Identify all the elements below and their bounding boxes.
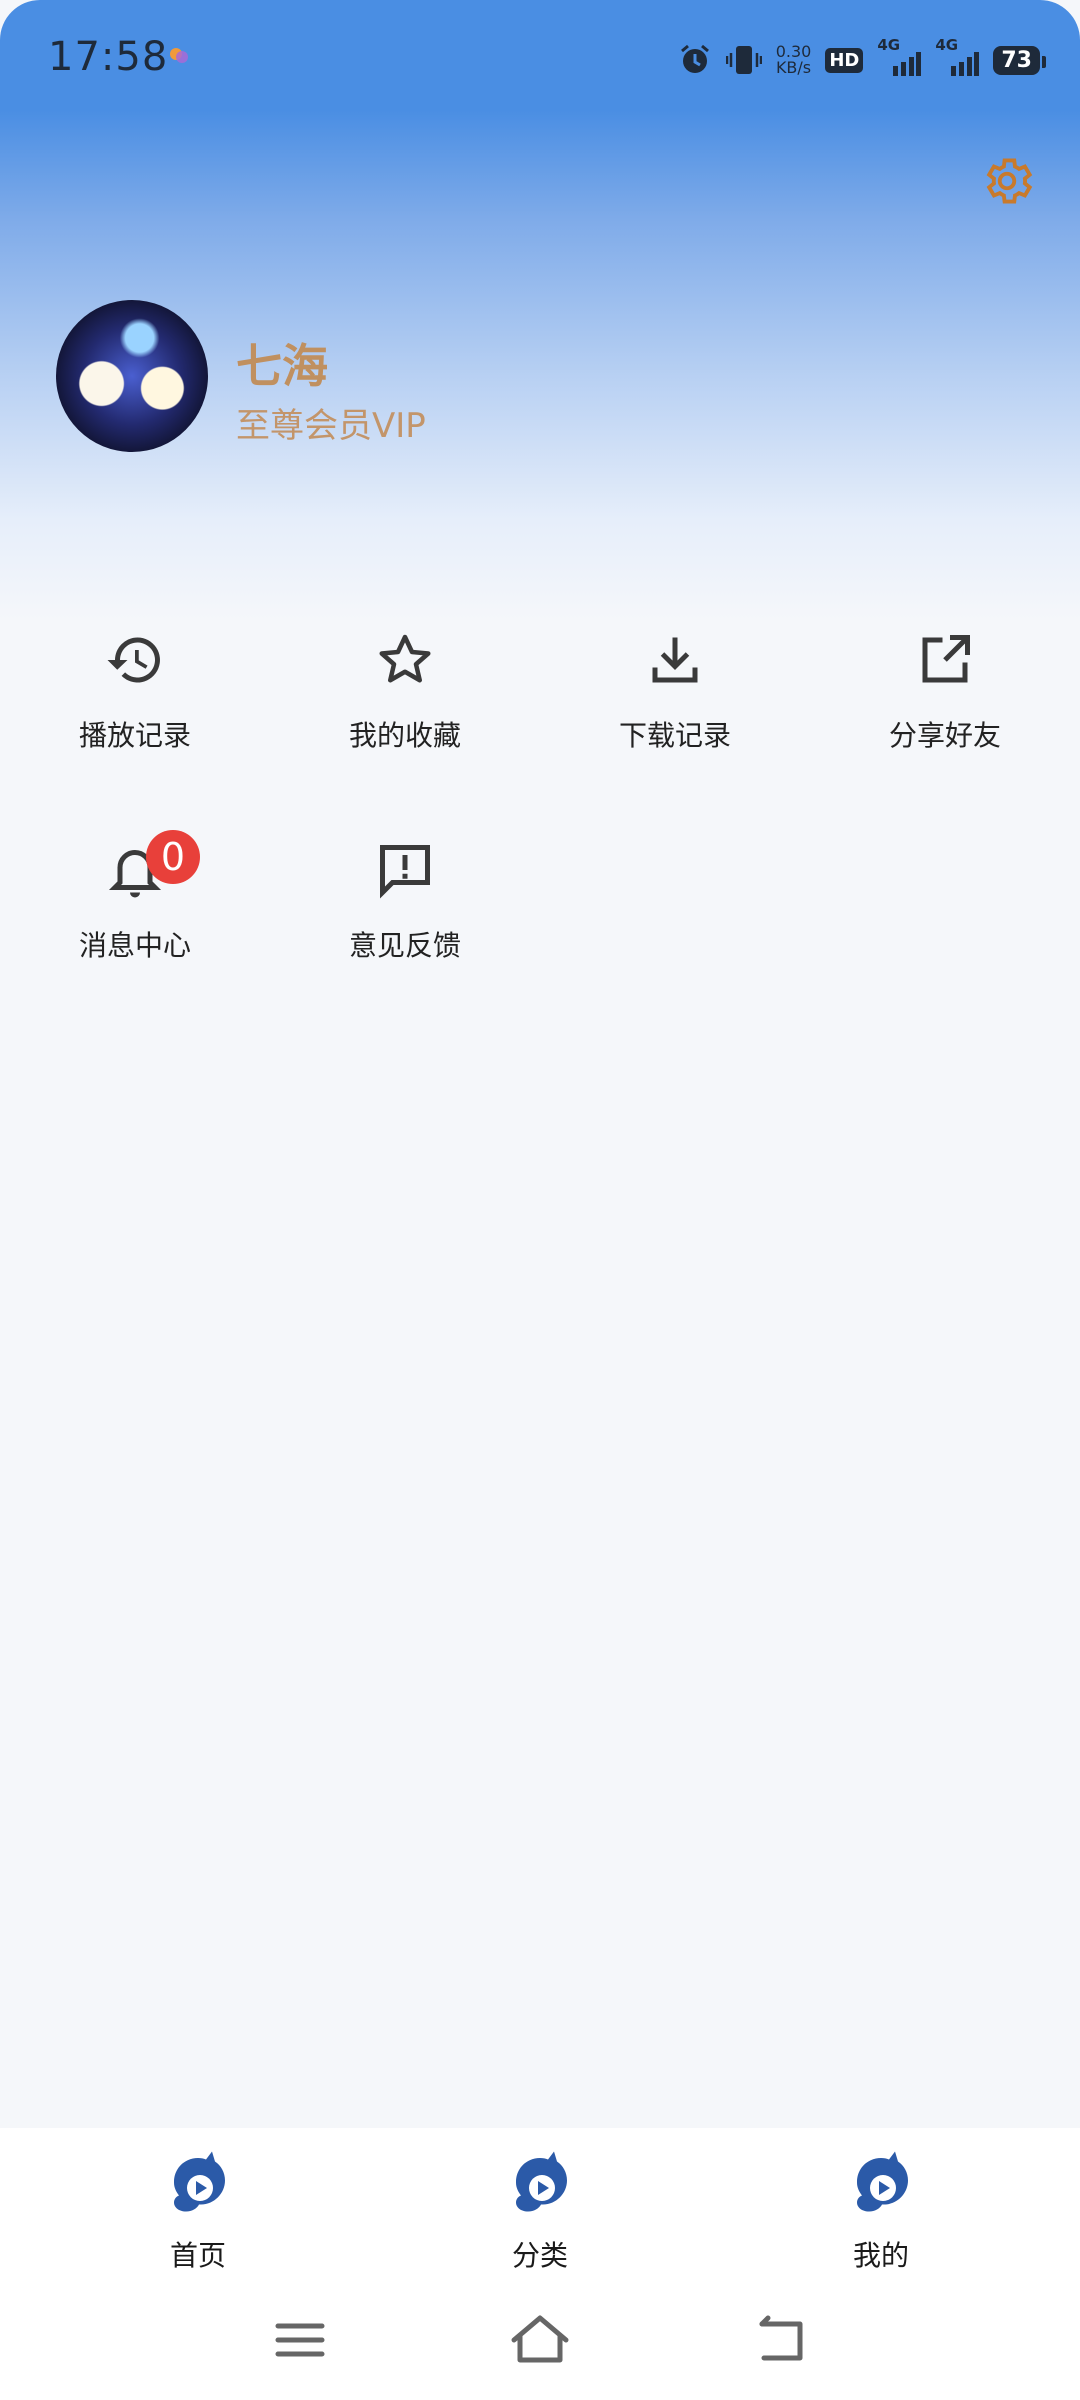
battery-indicator: 73 (993, 45, 1046, 75)
menu-messages-label: 消息中心 (78, 929, 191, 962)
nav-home-label: 首页 (169, 2239, 226, 2272)
alarm-icon (680, 44, 709, 73)
nav-mine-label: 我的 (852, 2239, 909, 2272)
menu-favorites-label: 我的收藏 (348, 719, 461, 752)
menu-feedback-label: 意见反馈 (348, 929, 461, 962)
feedback-icon (380, 845, 430, 899)
message-count-badge: 0 (146, 830, 200, 884)
status-indicators: 0.30 KB/s HD 4G 4G 73 (678, 36, 1046, 82)
menu-icon[interactable] (268, 2310, 332, 2370)
back-icon[interactable] (748, 2310, 812, 2370)
cat-play-icon (516, 2151, 567, 2212)
username: 七海 (236, 339, 328, 393)
menu-history-label: 播放记录 (78, 719, 191, 752)
menu-messages[interactable]: 0 消息中心 (0, 830, 270, 1000)
history-icon (107, 637, 160, 683)
nav-category[interactable]: 分类 (440, 2148, 640, 2272)
network-speed-unit: KB/s (775, 58, 812, 77)
app-notification-icon (170, 48, 188, 63)
signal-2-icon (951, 52, 980, 76)
home-icon[interactable] (508, 2310, 572, 2370)
bottom-navigation: 首页 分类 我的 (0, 2128, 1080, 2288)
network-speed: 0.30 KB/s (776, 44, 812, 76)
download-icon (652, 637, 698, 683)
settings-gear-icon[interactable] (978, 152, 1036, 210)
menu-feedback[interactable]: 意见反馈 (270, 840, 540, 1000)
share-icon (922, 635, 970, 683)
menu-downloads[interactable]: 下载记录 (540, 630, 810, 790)
cat-play-icon (174, 2151, 225, 2212)
signal-1-icon (893, 52, 922, 76)
signal-2: 4G (935, 36, 980, 78)
nav-mine[interactable]: 我的 (781, 2148, 981, 2272)
signal-1: 4G (877, 36, 922, 78)
menu-favorites[interactable]: 我的收藏 (270, 630, 540, 790)
status-bar: 17:58 0.30 KB/s HD 4G 4G 73 (0, 0, 1080, 118)
hd-badge: HD (825, 47, 864, 73)
nav-category-label: 分类 (511, 2239, 568, 2272)
avatar[interactable] (56, 300, 208, 452)
status-time: 17:58 (48, 34, 169, 80)
menu-share[interactable]: 分享好友 (810, 630, 1080, 790)
cat-play-icon (857, 2151, 908, 2212)
menu-downloads-label: 下载记录 (618, 719, 731, 752)
system-navigation-bar (0, 2288, 1080, 2400)
vibrate-icon (725, 46, 762, 74)
star-icon (379, 634, 431, 683)
vip-label: 至尊会员VIP (236, 406, 426, 446)
menu-share-label: 分享好友 (888, 719, 1001, 752)
menu-history[interactable]: 播放记录 (0, 630, 270, 790)
nav-home[interactable]: 首页 (98, 2148, 298, 2272)
